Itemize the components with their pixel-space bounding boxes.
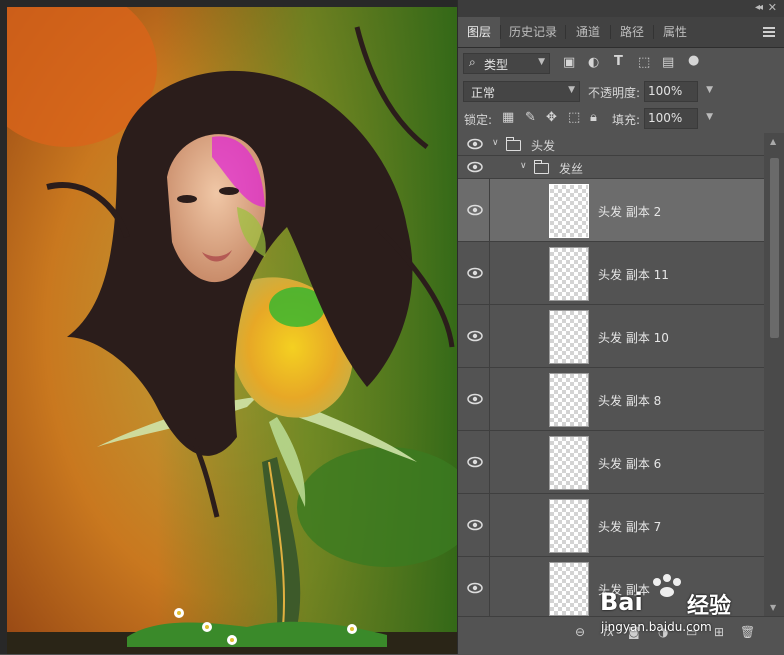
- fill-input[interactable]: 100% ▼: [644, 108, 713, 129]
- layers-panel: ◂◂ ✕ 图层 历史记录 通道 路径 属性 ⌕ 类型 ▼ ▣ ◐ T ⬚ ▤ ●…: [457, 0, 784, 655]
- lock-label: 锁定:: [464, 113, 493, 127]
- chevron-down-icon[interactable]: ▼: [706, 85, 713, 95]
- eye-icon[interactable]: [467, 161, 483, 173]
- tab-paths[interactable]: 路径: [611, 17, 653, 47]
- tab-layers[interactable]: 图层: [458, 17, 500, 47]
- adjustment-filter-icon[interactable]: ◐: [588, 55, 599, 70]
- layer-name: 头发 副本 6: [598, 457, 662, 471]
- chevron-down-icon[interactable]: ∨: [520, 161, 527, 171]
- layer-group-name: 头发: [531, 139, 556, 153]
- layer-thumbnail: [549, 562, 589, 616]
- panel-menu-icon[interactable]: [763, 27, 775, 39]
- scroll-thumb[interactable]: [770, 158, 779, 338]
- layer-group-row[interactable]: ∨ 发丝: [458, 156, 764, 179]
- filter-kind-select[interactable]: ⌕ 类型 ▼: [463, 53, 550, 74]
- layer-row[interactable]: 头发 副本 10: [458, 305, 764, 368]
- eye-icon[interactable]: [467, 456, 483, 468]
- opacity-value: 100%: [648, 84, 683, 98]
- document-canvas[interactable]: [0, 0, 457, 654]
- scroll-up-icon[interactable]: ▲: [770, 137, 776, 146]
- link-layers-icon[interactable]: ⊖: [575, 625, 585, 639]
- eye-icon[interactable]: [467, 267, 483, 279]
- layer-row[interactable]: 头发 副本 6: [458, 431, 764, 494]
- layers-scrollbar[interactable]: ▲ ▼: [764, 133, 784, 616]
- type-filter-icon[interactable]: T: [614, 54, 623, 69]
- shape-filter-icon[interactable]: ⬚: [638, 55, 650, 70]
- tab-properties[interactable]: 属性: [654, 17, 696, 47]
- fill-label: 填充:: [612, 113, 641, 127]
- opacity-input[interactable]: 100% ▼: [644, 81, 713, 102]
- smart-object-filter-icon[interactable]: ▤: [662, 55, 674, 70]
- chevron-down-icon[interactable]: ∨: [492, 138, 499, 148]
- chevron-down-icon: ▼: [568, 85, 575, 95]
- fill-value: 100%: [648, 111, 683, 125]
- layer-thumbnail: [549, 247, 589, 301]
- layer-thumbnail: [549, 184, 589, 238]
- eye-icon[interactable]: [467, 519, 483, 531]
- lock-position-icon[interactable]: ✥: [546, 110, 557, 125]
- baidu-watermark: Bai 经验 jingyan.baidu.com: [595, 570, 780, 650]
- layer-name: 头发 副本 2: [598, 205, 662, 219]
- eye-icon[interactable]: [467, 138, 483, 150]
- collapse-icon[interactable]: ◂◂: [755, 2, 763, 13]
- lock-all-icon[interactable]: 🔒︎: [590, 110, 597, 125]
- layer-group-name: 发丝: [559, 162, 584, 176]
- filter-toggle-icon[interactable]: ●: [688, 53, 699, 68]
- lock-image-icon[interactable]: ✎: [525, 110, 536, 125]
- layer-row[interactable]: 头发 副本 7: [458, 494, 764, 557]
- layer-row[interactable]: 头发 副本 8: [458, 368, 764, 431]
- lock-artboard-icon[interactable]: ⬚: [568, 110, 580, 125]
- lock-transparent-icon[interactable]: ▦: [502, 110, 514, 125]
- eye-icon[interactable]: [467, 582, 483, 594]
- tab-history[interactable]: 历史记录: [501, 17, 565, 47]
- layer-thumbnail: [549, 499, 589, 553]
- watermark-brand-cn: 经验: [687, 594, 732, 619]
- pixel-filter-icon[interactable]: ▣: [563, 55, 575, 70]
- lock-row: 锁定: ▦ ✎ ✥ ⬚ 🔒︎ 填充: 100% ▼: [458, 107, 784, 131]
- layer-thumbnail: [549, 436, 589, 490]
- eye-icon[interactable]: [467, 393, 483, 405]
- layer-name: 头发 副本 7: [598, 520, 662, 534]
- close-icon[interactable]: ✕: [768, 1, 777, 14]
- filter-kind-value: 类型: [484, 58, 509, 72]
- layer-thumbnail: [549, 310, 589, 364]
- layer-row[interactable]: 头发 副本 2: [458, 179, 764, 242]
- blend-mode-value: 正常: [471, 86, 496, 100]
- layers-list: ∨ 头发 ∨ 发丝 头发 副本 2 头发 副本 11 头发 副本 10 头发 副…: [458, 133, 784, 616]
- layer-name: 头发 副本 11: [598, 268, 669, 282]
- opacity-label: 不透明度:: [588, 86, 641, 100]
- folder-icon: [534, 160, 549, 174]
- chevron-down-icon: ▼: [538, 57, 545, 67]
- layer-name: 头发 副本 8: [598, 394, 662, 408]
- chevron-down-icon[interactable]: ▼: [706, 112, 713, 122]
- watermark-url: jingyan.baidu.com: [601, 620, 712, 634]
- layer-name: 头发 副本 10: [598, 331, 669, 345]
- filter-row: ⌕ 类型 ▼ ▣ ◐ T ⬚ ▤ ●: [458, 52, 784, 76]
- layer-group-row[interactable]: ∨ 头发: [458, 133, 764, 156]
- panel-header: ◂◂ ✕: [458, 0, 784, 17]
- blend-mode-select[interactable]: 正常 ▼: [463, 81, 580, 102]
- artwork-image: [7, 7, 457, 654]
- blend-row: 正常 ▼ 不透明度: 100% ▼: [458, 80, 784, 104]
- layer-thumbnail: [549, 373, 589, 427]
- eye-icon[interactable]: [467, 204, 483, 216]
- search-icon: ⌕: [469, 55, 476, 69]
- watermark-brand: Bai: [600, 588, 643, 616]
- panel-tabs: 图层 历史记录 通道 路径 属性: [458, 17, 784, 48]
- layer-row[interactable]: 头发 副本 11: [458, 242, 764, 305]
- eye-icon[interactable]: [467, 330, 483, 342]
- tab-channels[interactable]: 通道: [566, 17, 610, 47]
- folder-icon: [506, 137, 521, 151]
